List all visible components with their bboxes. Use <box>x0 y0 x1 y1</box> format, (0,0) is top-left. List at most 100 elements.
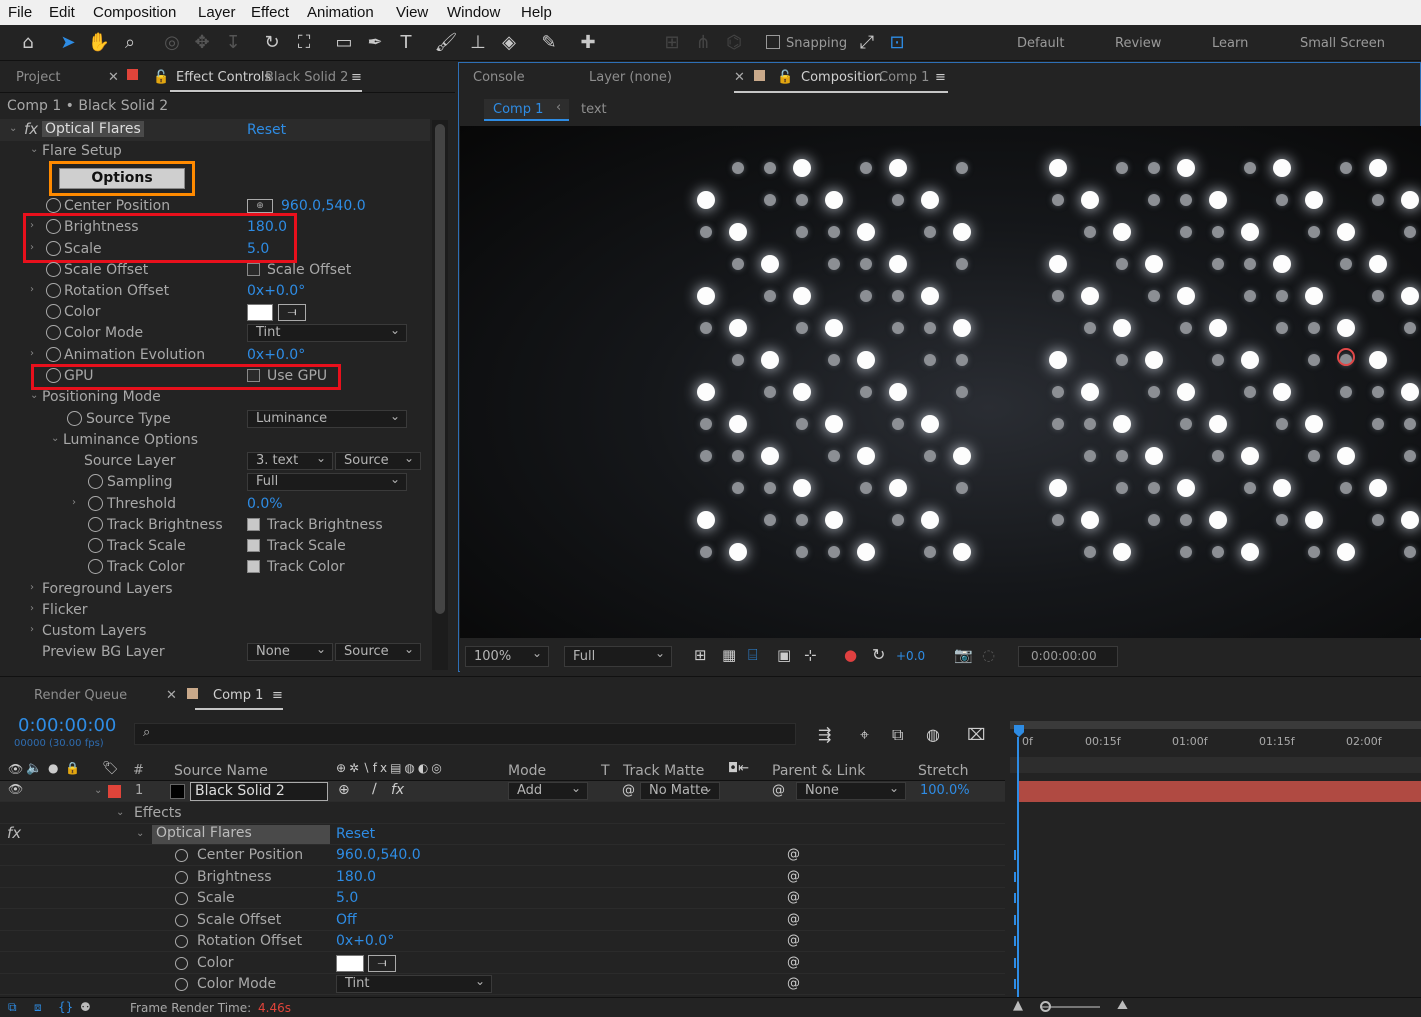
roto-brush-icon[interactable]: ✎ <box>537 31 561 55</box>
lock-icon[interactable]: 🔒 <box>65 761 80 775</box>
close-icon[interactable]: ✕ <box>734 70 745 85</box>
preview-bg-dropdown[interactable]: None <box>247 641 333 661</box>
tab-comp-name[interactable]: Comp 1 <box>879 70 929 85</box>
menu-composition[interactable]: Composition <box>93 4 176 21</box>
stopwatch-icon[interactable] <box>46 262 61 277</box>
frame-blending-icon[interactable]: ⧉ <box>892 725 903 745</box>
spiral-icon[interactable]: @ <box>622 783 635 798</box>
crosshair-icon[interactable]: ⊕ <box>247 199 273 213</box>
tab-comp[interactable]: Comp 1 <box>213 688 263 703</box>
stopwatch-icon[interactable] <box>175 849 188 862</box>
label-tag-icon[interactable]: 🏷 <box>102 761 119 776</box>
menu-layer[interactable]: Layer <box>198 4 236 21</box>
preview-bg-source-dropdown[interactable]: Source <box>335 641 421 661</box>
fast-preview-icon[interactable]: ⊞ <box>694 646 707 664</box>
menu-animation[interactable]: Animation <box>307 4 374 21</box>
guides-icon[interactable]: ⊹ <box>804 646 817 664</box>
custom-layers-group[interactable]: › Custom Layers <box>0 621 430 642</box>
fx-icon[interactable]: fx <box>7 824 21 842</box>
twirl-down-icon[interactable]: ⌄ <box>116 807 124 818</box>
orbit-tool-icon[interactable]: ◎ <box>160 31 184 55</box>
switches-icons[interactable]: ⊕✲∖fx▤◍◐◎ <box>336 761 445 775</box>
zoom-out-icon[interactable]: ▲ <box>1013 998 1023 1013</box>
stopwatch-icon[interactable] <box>175 892 188 905</box>
matte-toggle-icons[interactable]: ◘⇤ <box>728 761 749 776</box>
motion-blur-icon[interactable]: ◍ <box>926 725 940 744</box>
eye-icon[interactable]: 👁 <box>8 782 23 796</box>
breadcrumb-comp[interactable]: Comp 1 ‹ <box>484 99 569 121</box>
menu-file[interactable]: File <box>8 4 32 21</box>
foreground-layers-group[interactable]: › Foreground Layers <box>0 579 430 600</box>
stopwatch-icon[interactable] <box>88 517 103 532</box>
twirl-right-icon[interactable]: › <box>72 497 76 508</box>
col-stretch[interactable]: Stretch <box>918 763 969 779</box>
col-mode[interactable]: Mode <box>508 763 546 779</box>
home-icon[interactable]: ⌂ <box>16 31 40 55</box>
track-color-checkbox[interactable] <box>247 560 260 573</box>
effect-name[interactable]: Optical Flares <box>152 825 330 844</box>
reset-exposure-icon[interactable]: ↻ <box>872 645 885 664</box>
distribute-icon[interactable]: ⋔ <box>691 31 715 55</box>
layer-row[interactable]: 👁 ⌄ 1 Black Solid 2 ⊕ ∕ fx Add @ No Matt… <box>0 780 1005 802</box>
track-matte-dropdown[interactable]: No Matte <box>640 780 720 800</box>
menu-view[interactable]: View <box>396 4 428 21</box>
stopwatch-icon[interactable] <box>46 347 61 362</box>
stopwatch-icon[interactable] <box>88 559 103 574</box>
effects-group-row[interactable]: ⌄ Effects <box>0 803 1005 824</box>
scrollbar-thumb[interactable] <box>435 124 445 614</box>
prop-value[interactable]: Off <box>336 912 357 928</box>
source-layer-source-dropdown[interactable]: Source <box>335 450 421 470</box>
workspace-default[interactable]: Default <box>1017 36 1065 51</box>
twirl-right-icon[interactable]: › <box>30 582 34 593</box>
color-mode-dropdown[interactable]: Tint <box>336 973 492 993</box>
panel-menu-icon[interactable]: ≡ <box>351 70 362 85</box>
twirl-down-icon[interactable]: ⌄ <box>9 123 17 134</box>
snap-feature-icon[interactable]: ⊡ <box>885 31 909 55</box>
eyedropper-icon[interactable]: ⟞ <box>368 954 396 972</box>
flare-setup-group[interactable]: ⌄ Flare Setup <box>0 141 430 162</box>
menu-help[interactable]: Help <box>521 4 552 21</box>
threshold-value[interactable]: 0.0% <box>247 496 283 512</box>
snapping-checkbox[interactable] <box>766 35 780 49</box>
prop-value[interactable]: 0x+0.0° <box>336 933 394 949</box>
twirl-down-icon[interactable]: ⌄ <box>30 144 38 155</box>
sampling-dropdown[interactable]: Full <box>247 471 407 491</box>
expression-pickwhip-icon[interactable]: @ <box>787 869 800 884</box>
stopwatch-icon[interactable] <box>67 411 82 426</box>
fx-switch-icon[interactable]: fx <box>391 782 404 798</box>
exposure-value[interactable]: +0.0 <box>896 649 925 663</box>
rectangle-tool-icon[interactable]: ▭ <box>332 31 356 55</box>
layer-label-color[interactable] <box>108 785 121 798</box>
playhead-line[interactable] <box>1017 737 1019 997</box>
clone-stamp-icon[interactable]: ⊥ <box>466 31 490 55</box>
timeline-search-input[interactable]: ⌕ <box>134 723 796 745</box>
source-type-dropdown[interactable]: Luminance <box>247 408 407 428</box>
hand-tool-icon[interactable]: ✋ <box>87 31 111 55</box>
graph-editor-icon[interactable]: ⌧ <box>967 725 985 744</box>
composition-viewer[interactable] <box>460 126 1421 638</box>
center-position-value[interactable]: 960.0,540.0 <box>281 198 366 214</box>
eyedropper-icon[interactable]: ⟞ <box>278 304 306 321</box>
tab-effect-controls[interactable]: Effect Controls <box>176 70 271 85</box>
reset-link[interactable]: Reset <box>336 826 375 842</box>
flicker-group[interactable]: › Flicker <box>0 600 430 621</box>
layer-duration-bar[interactable] <box>1018 781 1421 802</box>
track-scale-checkbox[interactable] <box>247 539 260 552</box>
twirl-down-icon[interactable]: ⌄ <box>51 433 59 444</box>
tab-effect-layer[interactable]: Black Solid 2 <box>265 70 348 85</box>
camera-snapshot-icon[interactable]: 📷 <box>954 646 973 664</box>
col-track-matte[interactable]: Track Matte <box>623 763 704 779</box>
stopwatch-icon[interactable] <box>175 935 188 948</box>
menu-effect[interactable]: Effect <box>251 4 289 21</box>
stopwatch-icon[interactable] <box>88 496 103 511</box>
source-layer-dropdown[interactable]: 3. text <box>247 450 333 470</box>
layer-name-field[interactable]: Black Solid 2 <box>190 782 328 801</box>
tab-composition[interactable]: Composition <box>801 70 882 85</box>
prop-value[interactable]: 960.0,540.0 <box>336 847 421 863</box>
twirl-right-icon[interactable]: › <box>30 284 34 295</box>
zoom-dropdown[interactable]: 100% <box>465 644 549 667</box>
options-button[interactable]: Options <box>59 168 185 189</box>
twirl-right-icon[interactable]: › <box>30 624 34 635</box>
color-mode-dropdown[interactable]: Tint <box>247 322 407 342</box>
stopwatch-icon[interactable] <box>46 283 61 298</box>
